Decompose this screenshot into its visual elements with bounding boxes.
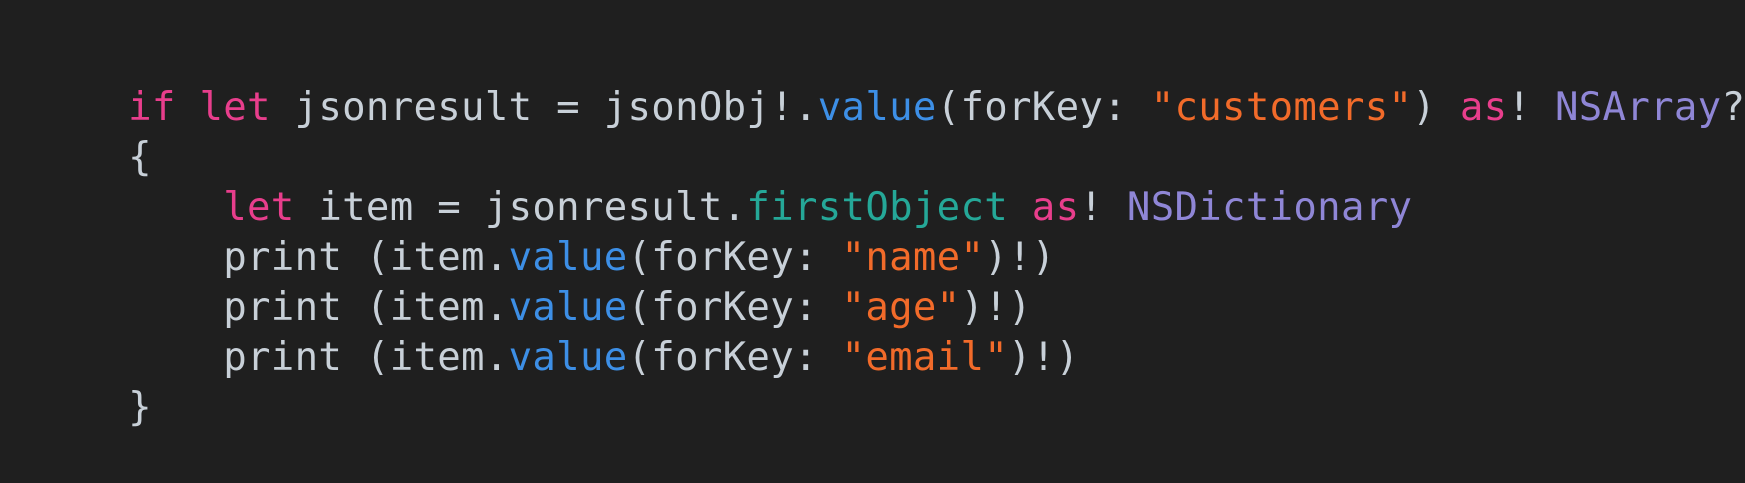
code-token-function: value xyxy=(817,85,937,130)
code-token-function: value xyxy=(508,335,628,380)
code-token-plain: print (item. xyxy=(128,285,509,330)
code-token-plain: )!) xyxy=(1008,335,1080,380)
code-token-plain: ) xyxy=(1412,85,1460,130)
code-token-property: firstObject xyxy=(746,185,1009,230)
code-token-plain: (forKey: xyxy=(936,85,1151,130)
code-token-plain: (forKey: xyxy=(627,285,842,330)
code-token-plain: print (item. xyxy=(128,335,509,380)
code-token-string: "name" xyxy=(841,235,985,280)
code-token-function: value xyxy=(508,235,628,280)
code-token-plain: { xyxy=(128,135,152,180)
code-token-string: "customers" xyxy=(1150,85,1413,130)
code-token-type: NSArray xyxy=(1554,85,1722,130)
code-token-plain: (forKey: xyxy=(627,335,842,380)
code-token-function: value xyxy=(508,285,628,330)
code-token-plain: )!) xyxy=(960,285,1032,330)
code-token-plain: jsonresult = jsonObj!. xyxy=(270,85,818,130)
code-token-plain: ! xyxy=(1079,185,1127,230)
code-token-plain: ! xyxy=(1507,85,1555,130)
code-token-plain: ? xyxy=(1721,85,1745,130)
code-line[interactable]: let item = jsonresult.firstObject as! NS… xyxy=(33,133,1745,230)
code-line[interactable]: if let jsonresult = jsonObj!.value(forKe… xyxy=(33,33,1745,130)
code-token-plain: item = jsonresult. xyxy=(294,185,747,230)
code-token-keyword: let xyxy=(199,85,271,130)
code-token-plain: } xyxy=(128,385,152,430)
code-token-string: "age" xyxy=(841,285,961,330)
code-token-keyword: as xyxy=(1459,85,1508,130)
code-token-keyword: let xyxy=(223,185,295,230)
code-editor[interactable]: if let jsonresult = jsonObj!.value(forKe… xyxy=(0,0,1745,430)
code-token-type: NSDictionary xyxy=(1126,185,1413,230)
code-token-string: "email" xyxy=(841,335,1009,380)
code-token-plain: )!) xyxy=(984,235,1056,280)
code-token-plain: (forKey: xyxy=(627,235,842,280)
code-token-keyword: if xyxy=(128,85,176,130)
code-token-plain: print (item. xyxy=(128,235,509,280)
code-token-keyword: as xyxy=(1031,185,1080,230)
